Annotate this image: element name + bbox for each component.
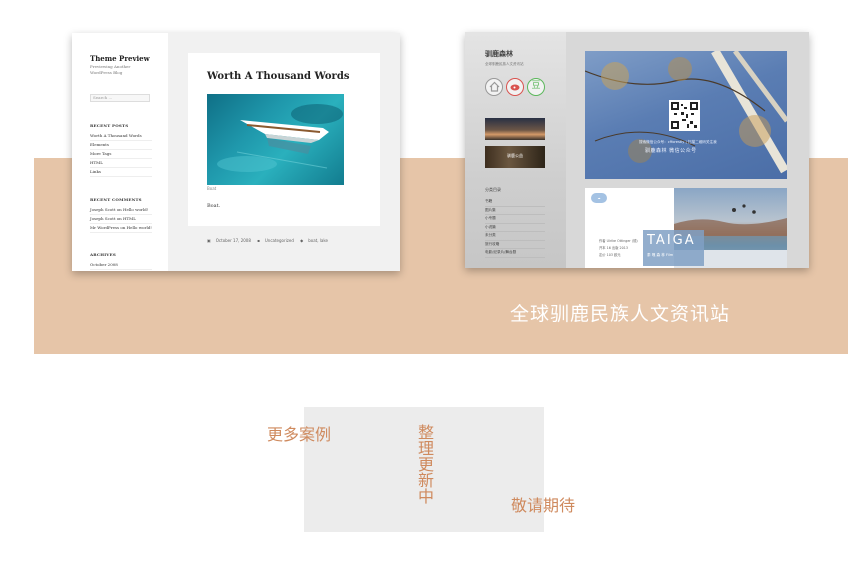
archives-heading: ARCHIVES xyxy=(90,252,116,257)
photo-caption: Boat xyxy=(207,186,217,191)
wp-sidebar: Theme Preview Previewing Another WordPre… xyxy=(72,33,168,271)
taiga-subtitle: 泰 嘎 森 林 Film xyxy=(647,253,674,257)
theme-preview-screenshot[interactable]: Theme Preview Previewing Another WordPre… xyxy=(72,33,400,271)
qr-code xyxy=(669,100,700,131)
douban-icon[interactable]: 豆 xyxy=(527,78,545,96)
recent-posts-heading: RECENT POSTS xyxy=(90,123,129,128)
category-link[interactable]: 图片集 xyxy=(485,207,545,215)
archive-link[interactable]: October 2008 xyxy=(90,261,152,270)
recent-comment-link[interactable]: Joseph Scott on HTML xyxy=(90,215,152,224)
archives-list: October 2008 xyxy=(90,261,152,270)
boat-illustration xyxy=(217,104,343,172)
forest-site-title[interactable]: 驯鹿森林 xyxy=(485,49,513,59)
forest-banner-label: 驯鹿公益 xyxy=(507,153,523,158)
wp-post-meta: ▣ October 17, 2008 ▪ Uncategorized ◆ boat, … xyxy=(188,234,380,254)
category-link[interactable]: 书籍 xyxy=(485,198,545,207)
recent-post-link[interactable]: Links xyxy=(90,168,152,177)
recent-comments-heading: RECENT COMMENTS xyxy=(90,197,142,202)
sunset-banner[interactable] xyxy=(485,118,545,140)
recent-post-link[interactable]: Worth A Thousand Words xyxy=(90,132,152,141)
stay-tuned-label: 敬请期待 xyxy=(511,496,576,515)
book-price: 定价 103 欧元 xyxy=(599,253,621,257)
taiga-film-label[interactable]: TAIGA 泰 嘎 森 林 Film xyxy=(643,230,704,266)
folder-icon: ▪ xyxy=(257,238,260,243)
cloud-icon: ☁ xyxy=(591,193,607,203)
book-format: 开本 16 出版 2013 xyxy=(599,246,628,250)
weibo-icon[interactable] xyxy=(506,78,524,96)
wp-tagline: Previewing Another WordPress Blog xyxy=(90,64,131,75)
category-link[interactable]: 未分类 xyxy=(485,232,545,241)
wp-post-body: Boat. xyxy=(207,203,221,209)
category-link[interactable]: 小专题 xyxy=(485,215,545,224)
recent-comment-link[interactable]: Joseph Scott on Hello world! xyxy=(90,206,152,215)
category-list: 书籍 图片集 小专题 小说篇 未分类 旅行攻略 电影/纪录片/舞台剧 xyxy=(485,198,545,258)
forest-site-screenshot[interactable]: 驯鹿森林 全球驯鹿民族人文资讯站 豆 驯鹿公益 分类目录 书籍 图片集 小专题 … xyxy=(465,32,809,268)
wp-post-title[interactable]: Worth A Thousand Words xyxy=(207,71,349,82)
taiga-title: TAIGA xyxy=(647,233,696,248)
post-tags[interactable]: boat, lake xyxy=(308,238,328,243)
category-link[interactable]: 电影/纪录片/舞台剧 xyxy=(485,249,545,258)
qr-account-name: 驯鹿森林 微信公众号 xyxy=(645,148,697,154)
category-link[interactable]: 小说篇 xyxy=(485,224,545,232)
home-icon[interactable] xyxy=(485,78,503,96)
recent-comment-link[interactable]: Mr WordPress on Hello world! xyxy=(90,224,152,233)
recent-post-link[interactable]: Elements xyxy=(90,141,152,150)
forest-banner[interactable]: 驯鹿公益 xyxy=(485,146,545,168)
recent-comments-list: Joseph Scott on Hello world! Joseph Scot… xyxy=(90,206,152,233)
calendar-icon: ▣ xyxy=(207,238,211,243)
recent-posts-list: Worth A Thousand Words Elements More Tag… xyxy=(90,132,152,177)
qr-instruction: 搜索微信公众号：cfforestly | 扫描二维码关注我 xyxy=(639,140,717,144)
band-caption: 全球驯鹿民族人文资讯站 xyxy=(510,303,731,325)
category-heading: 分类目录 xyxy=(485,187,501,192)
forest-sidebar: 驯鹿森林 全球驯鹿民族人文资讯站 豆 驯鹿公益 分类目录 书籍 图片集 小专题 … xyxy=(465,32,566,268)
category-link[interactable]: 旅行攻略 xyxy=(485,241,545,249)
tag-icon: ◆ xyxy=(300,238,304,243)
organizing-label: 整理更新中 xyxy=(415,424,434,504)
more-cases-label: 更多案例 xyxy=(267,425,332,444)
book-author: 作者 Ulrike Ottinger (德) xyxy=(599,239,638,243)
wp-search-input[interactable]: Search ... xyxy=(90,94,150,102)
post-category[interactable]: Uncategorized xyxy=(265,238,294,243)
wp-site-title[interactable]: Theme Preview xyxy=(90,54,150,63)
recent-post-link[interactable]: More Tags xyxy=(90,150,152,159)
boat-photo xyxy=(207,94,344,185)
post-date[interactable]: October 17, 2008 xyxy=(216,238,251,243)
forest-site-subtitle: 全球驯鹿民族人文资讯站 xyxy=(485,62,524,66)
wechat-qr-banner[interactable]: 搜索微信公众号：cfforestly | 扫描二维码关注我 驯鹿森林 微信公众号 xyxy=(585,51,787,179)
recent-post-link[interactable]: HTML xyxy=(90,159,152,168)
wp-post-card: Worth A Thousand Words Boat Boat. xyxy=(188,53,380,226)
